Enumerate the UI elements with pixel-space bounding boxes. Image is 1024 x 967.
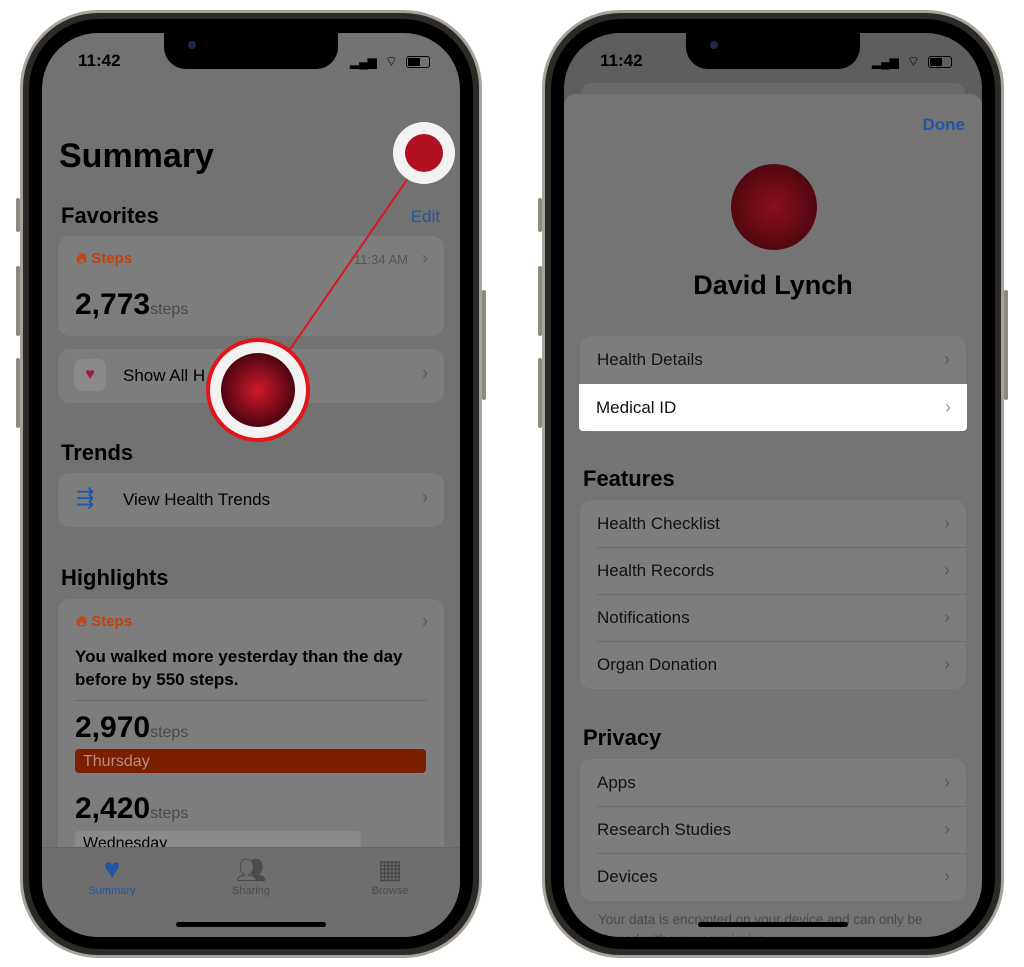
medical-id-row[interactable]: Medical ID › [579, 384, 967, 431]
wifi-icon: ⌔ [906, 53, 920, 69]
status-time: 11:42 [600, 51, 643, 70]
features-heading: Features [583, 466, 675, 491]
right-phone: 11:42 ▂▄▆ ⌔ Done David Lynch Health Deta… [542, 10, 1004, 958]
devices-row[interactable]: Devices › [580, 853, 966, 900]
battery-icon [928, 56, 952, 68]
status-icons: ▂▄▆ ⌔ [872, 53, 952, 71]
profile-avatar [731, 164, 817, 250]
avatar-magnified [221, 353, 295, 427]
notifications-row[interactable]: Notifications › [580, 594, 966, 641]
organ-donation-row[interactable]: Organ Donation › [580, 641, 966, 688]
health-records-row[interactable]: Health Records › [580, 547, 966, 594]
health-details-row[interactable]: Health Details › [580, 336, 966, 383]
health-checklist-row[interactable]: Health Checklist › [580, 500, 966, 547]
profile-name: David Lynch [693, 270, 853, 300]
profile-sheet: Done David Lynch Health Details › Medical… [564, 94, 982, 937]
profile-screen: 11:42 ▂▄▆ ⌔ Done David Lynch Health Deta… [564, 33, 982, 937]
privacy-heading: Privacy [583, 725, 662, 750]
signal-icon: ▂▄▆ [871, 55, 899, 69]
research-studies-row[interactable]: Research Studies › [580, 806, 966, 853]
apps-row[interactable]: Apps › [580, 759, 966, 806]
home-indicator [698, 922, 848, 927]
done-button[interactable]: Done [923, 115, 966, 135]
